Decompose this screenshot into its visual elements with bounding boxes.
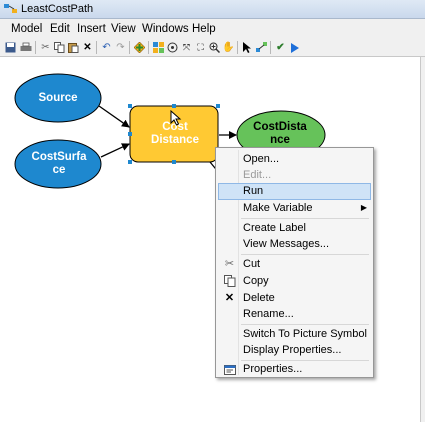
validate-icon[interactable]: ✔ xyxy=(274,41,287,54)
menu-item-display-properties-label: Display Properties... xyxy=(243,344,342,356)
run-icon[interactable] xyxy=(288,41,301,54)
cut-icon[interactable]: ✂ xyxy=(39,41,52,54)
properties-icon xyxy=(222,362,237,377)
menu-item-display-properties[interactable]: Display Properties... xyxy=(218,342,371,359)
fixed-zoom-in-icon[interactable]: ⤧ xyxy=(180,41,193,54)
window-title: LeastCostPath xyxy=(21,3,94,15)
toolbar-separator xyxy=(270,41,271,54)
menu-item-run-label: Run xyxy=(243,185,264,197)
menu-item-copy[interactable]: Copy xyxy=(218,273,371,290)
save-icon[interactable] xyxy=(4,41,17,54)
delete-icon[interactable]: ✕ xyxy=(81,41,94,54)
menu-item-rename[interactable]: Rename... xyxy=(218,306,371,323)
menu-item-delete[interactable]: ✕ Delete xyxy=(218,290,371,307)
cut-icon: ✂ xyxy=(224,258,235,270)
canvas-right-border xyxy=(420,57,425,422)
copy-icon xyxy=(222,274,237,289)
fixed-zoom-out-icon[interactable]: ⛶ xyxy=(194,41,207,54)
connector-source-to-tool[interactable] xyxy=(98,105,130,128)
source-node-label: Source xyxy=(38,92,78,104)
zoom-in-icon[interactable] xyxy=(208,41,221,54)
toolbar: ✂ ✕ ↶ ↷ ⤧ ⛶ ✋ ✔ xyxy=(0,39,425,57)
toolbar-separator xyxy=(148,41,149,54)
menu-help[interactable]: Help xyxy=(192,23,216,35)
cost-distance-output-label: CostDista nce xyxy=(253,121,307,146)
print-icon[interactable] xyxy=(19,41,32,54)
menu-item-edit[interactable]: Edit... xyxy=(218,167,371,184)
menu-windows[interactable]: Windows xyxy=(142,23,189,35)
menu-item-cut-label: Cut xyxy=(243,258,261,270)
menu-item-make-variable[interactable]: Make Variable ▶ xyxy=(218,200,371,217)
menu-item-make-variable-label: Make Variable xyxy=(243,202,313,214)
select-pointer-icon[interactable] xyxy=(241,41,254,54)
copy-icon[interactable] xyxy=(53,41,66,54)
menu-item-switch-picture-symbol[interactable]: Switch To Picture Symbol xyxy=(218,326,371,343)
menu-item-run[interactable]: Run xyxy=(218,183,371,200)
menu-view[interactable]: View xyxy=(111,23,136,35)
menu-item-open-label: Open... xyxy=(243,153,280,165)
menu-separator xyxy=(241,218,369,219)
menu-item-view-messages-label: View Messages... xyxy=(243,238,330,250)
connect-icon[interactable] xyxy=(255,41,268,54)
mouse-cursor-icon xyxy=(170,110,182,126)
redo-icon[interactable]: ↷ xyxy=(114,41,127,54)
context-menu: Open... Edit... Run Make Variable ▶ Crea… xyxy=(215,147,374,378)
model-builder-icon xyxy=(4,4,17,13)
toolbar-separator xyxy=(129,41,130,54)
add-data-icon[interactable] xyxy=(133,41,146,54)
menu-item-open[interactable]: Open... xyxy=(218,151,371,168)
toolbar-separator xyxy=(96,41,97,54)
menu-item-properties-label: Properties... xyxy=(243,363,303,375)
menu-item-view-messages[interactable]: View Messages... xyxy=(218,236,371,253)
toolbar-separator xyxy=(237,41,238,54)
connector-costsurface-to-tool[interactable] xyxy=(100,143,130,158)
menu-item-create-label[interactable]: Create Label xyxy=(218,220,371,237)
pan-icon[interactable]: ✋ xyxy=(222,41,235,54)
menu-insert[interactable]: Insert xyxy=(77,23,106,35)
toolbar-separator xyxy=(35,41,36,54)
undo-icon[interactable]: ↶ xyxy=(100,41,113,54)
menu-edit[interactable]: Edit xyxy=(50,23,70,35)
menu-bar: Model Edit Insert View Windows Help xyxy=(0,19,425,39)
menu-item-delete-label: Delete xyxy=(243,292,275,304)
delete-icon: ✕ xyxy=(224,292,235,304)
paste-icon[interactable] xyxy=(67,41,80,54)
submenu-arrow-icon: ▶ xyxy=(360,203,367,212)
menu-item-properties[interactable]: Properties... xyxy=(218,361,371,378)
auto-layout-icon[interactable] xyxy=(152,41,165,54)
title-bar: LeastCostPath xyxy=(0,0,425,19)
menu-item-rename-label: Rename... xyxy=(243,308,294,320)
menu-item-create-label-label: Create Label xyxy=(243,222,306,234)
menu-item-cut[interactable]: ✂ Cut xyxy=(218,256,371,273)
menu-model[interactable]: Model xyxy=(11,23,42,35)
menu-item-switch-picture-symbol-label: Switch To Picture Symbol xyxy=(243,328,367,340)
menu-item-copy-label: Copy xyxy=(243,275,269,287)
menu-item-edit-label: Edit... xyxy=(243,169,272,181)
cost-surface-node-label: CostSurfa ce xyxy=(31,151,87,176)
full-extent-icon[interactable] xyxy=(166,41,179,54)
menu-separator xyxy=(241,324,369,325)
menu-separator xyxy=(241,254,369,255)
